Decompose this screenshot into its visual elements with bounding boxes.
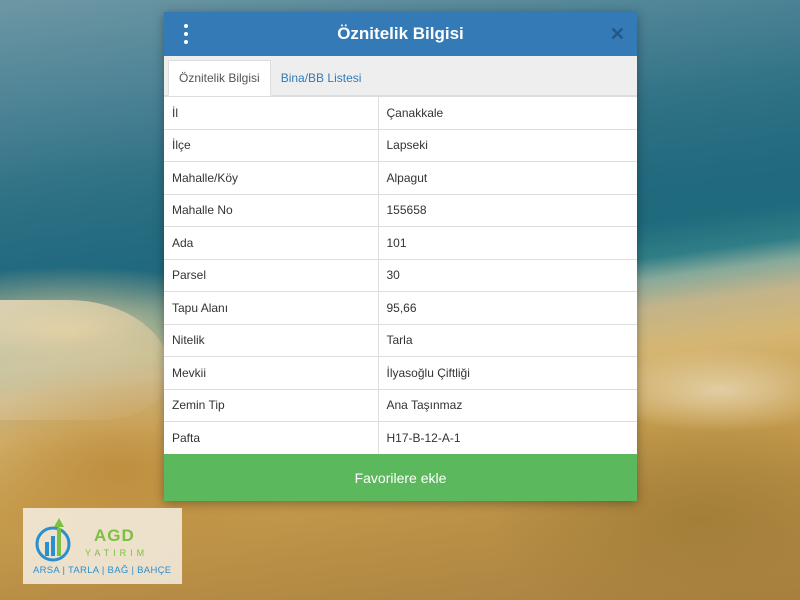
attribute-value: Çanakkale <box>378 96 637 129</box>
close-icon[interactable]: ✕ <box>610 24 625 44</box>
attribute-value: Ana Taşınmaz <box>378 388 637 422</box>
add-to-favorites-button[interactable]: Favorilere ekle <box>164 454 637 501</box>
table-row: Mahalle No 155658 <box>164 193 637 227</box>
table-row: Tapu Alanı 95,66 <box>164 291 637 324</box>
table-row: Parsel 30 <box>164 258 637 292</box>
logo-name: AGD <box>94 526 135 545</box>
attribute-value: Lapseki <box>378 128 637 162</box>
table-row: Ada 101 <box>164 226 637 259</box>
attribute-value: H17-B-12-A-1 <box>378 421 637 454</box>
tab-building-list[interactable]: Bina/BB Listesi <box>271 60 372 96</box>
attribute-key: Nitelik <box>164 323 379 357</box>
modal-header: Öznitelik Bilgisi ✕ <box>164 12 637 56</box>
attribute-value: 30 <box>378 258 637 292</box>
attribute-value: 155658 <box>378 193 637 227</box>
attribute-key: Pafta <box>164 421 379 454</box>
attribute-key: Mahalle No <box>164 193 379 227</box>
attribute-value: 101 <box>378 226 637 259</box>
attribute-value: Tarla <box>378 323 637 357</box>
tab-attribute-info[interactable]: Öznitelik Bilgisi <box>168 60 271 96</box>
attribute-key: Parsel <box>164 258 379 292</box>
attribute-value: Alpagut <box>378 161 637 194</box>
vertical-dots-icon[interactable] <box>182 24 190 44</box>
logo-tagline: ARSA | TARLA | BAĞ | BAHÇE <box>33 565 172 576</box>
attribute-key: Ada <box>164 226 379 259</box>
table-row: İl Çanakkale <box>164 96 637 129</box>
attribute-key: İlçe <box>164 128 379 162</box>
table-row: Nitelik Tarla <box>164 323 637 357</box>
growth-chart-icon <box>35 518 71 562</box>
table-row: Mahalle/Köy Alpagut <box>164 161 637 194</box>
attribute-key: Mahalle/Köy <box>164 161 379 194</box>
company-logo: AGD YATIRIM ARSA | TARLA | BAĞ | BAHÇE <box>23 508 182 584</box>
logo-subtitle: YATIRIM <box>85 548 149 558</box>
table-row: İlçe Lapseki <box>164 128 637 162</box>
modal-title: Öznitelik Bilgisi <box>337 24 464 43</box>
attribute-key: Zemin Tip <box>164 388 379 422</box>
tab-bar: Öznitelik Bilgisi Bina/BB Listesi <box>164 56 637 96</box>
attribute-key: İl <box>164 96 379 129</box>
attribute-value: İlyasoğlu Çiftliği <box>378 356 637 389</box>
attribute-info-modal: Öznitelik Bilgisi ✕ Öznitelik Bilgisi Bi… <box>164 12 637 501</box>
table-row: Mevkii İlyasoğlu Çiftliği <box>164 356 637 389</box>
attribute-key: Mevkii <box>164 356 379 389</box>
table-row: Pafta H17-B-12-A-1 <box>164 421 637 454</box>
attribute-value: 95,66 <box>378 291 637 324</box>
table-row: Zemin Tip Ana Taşınmaz <box>164 388 637 422</box>
attribute-table: İl Çanakkale İlçe Lapseki Mahalle/Köy Alpagut… <box>164 96 637 454</box>
attribute-key: Tapu Alanı <box>164 291 379 324</box>
